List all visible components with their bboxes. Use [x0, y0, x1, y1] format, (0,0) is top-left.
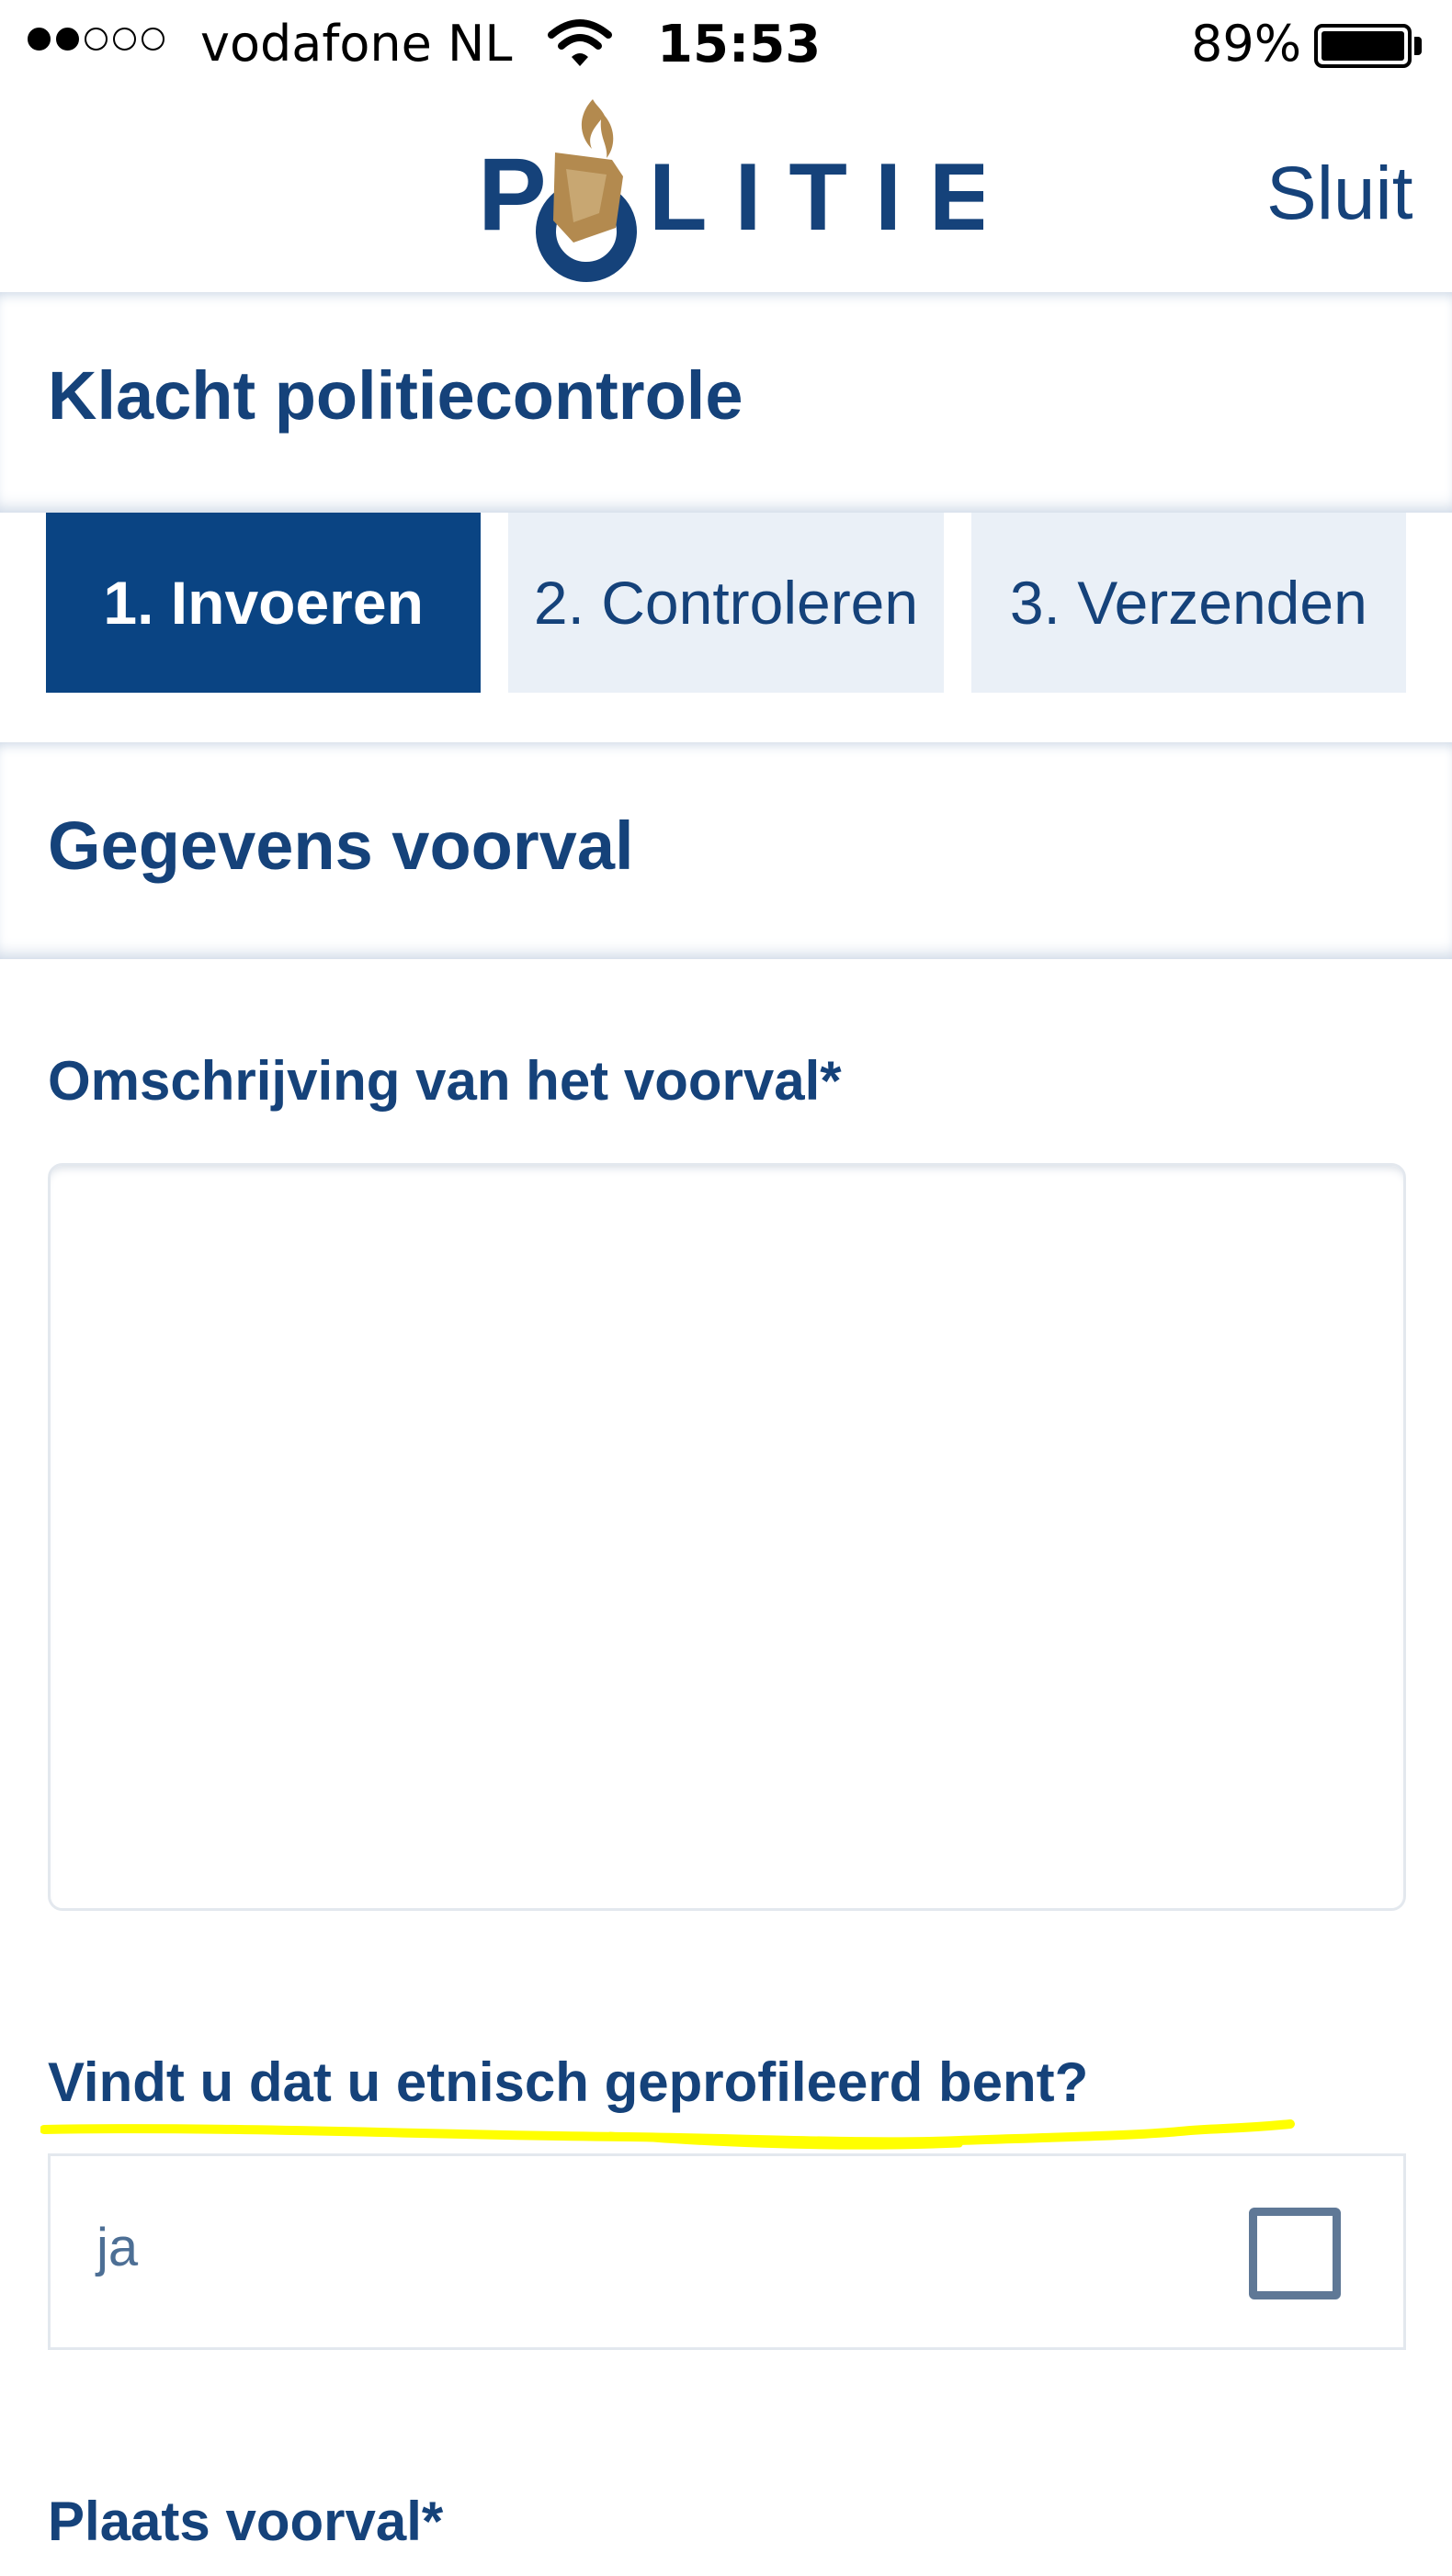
- signal-strength-icon: [28, 28, 164, 51]
- description-textarea[interactable]: [48, 1163, 1406, 1911]
- status-bar: vodafone NL 15:53 89%: [0, 0, 1452, 92]
- profiling-option-label: ja: [96, 2218, 139, 2277]
- page-title: Klacht politiecontrole: [48, 357, 743, 434]
- yellow-underline-annotation: [40, 2119, 1295, 2150]
- svg-text:LITIE: LITIE: [649, 144, 983, 251]
- profiling-checkbox-row[interactable]: ja: [48, 2153, 1406, 2350]
- battery-cap: [1414, 37, 1422, 55]
- description-label: Omschrijving van het voorval*: [48, 1050, 842, 1112]
- battery-percentage: 89%: [1191, 15, 1302, 73]
- wifi-icon: [548, 19, 612, 66]
- close-link[interactable]: Sluit: [1266, 151, 1413, 237]
- section-header-panel: Gegevens voorval: [0, 742, 1452, 959]
- status-time: 15:53: [657, 15, 822, 74]
- carrier-name: vodafone NL: [200, 15, 513, 73]
- step-indicator: 1. Invoeren 2. Controleren 3. Verzenden: [46, 513, 1406, 693]
- step-review[interactable]: 2. Controleren: [508, 513, 944, 693]
- page-title-panel: Klacht politiecontrole: [0, 292, 1452, 513]
- step-enter[interactable]: 1. Invoeren: [46, 513, 482, 693]
- step-send[interactable]: 3. Verzenden: [970, 513, 1406, 693]
- politie-logo: P LITIE: [478, 99, 983, 282]
- navigation-bar: P LITIE Sluit: [0, 92, 1452, 292]
- profiling-question-label: Vindt u dat u etnisch geprofileerd bent?: [48, 2051, 1089, 2113]
- profiling-checkbox[interactable]: [1249, 2208, 1341, 2299]
- battery-icon: [1314, 24, 1412, 68]
- place-label: Plaats voorval*: [48, 2491, 444, 2552]
- section-title: Gegevens voorval: [48, 808, 634, 884]
